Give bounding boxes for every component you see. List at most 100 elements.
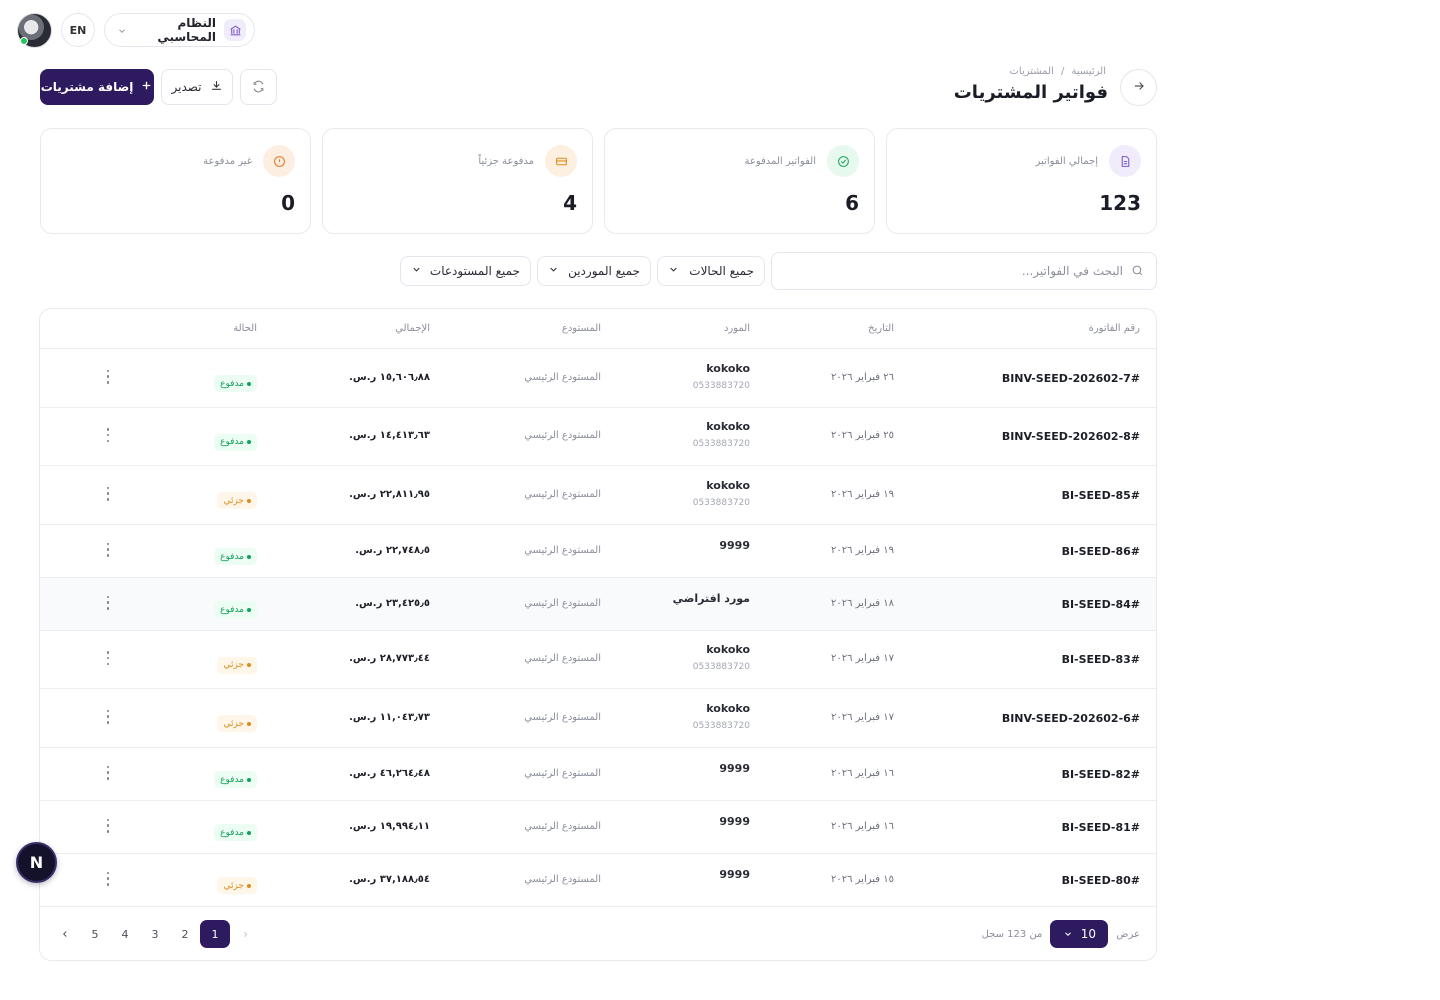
user-avatar[interactable] <box>17 13 52 48</box>
status-text: جزئي <box>223 495 244 506</box>
table-row[interactable]: BI-SEED-81# ١٦ فبراير ٢٠٢٦ 9999 المستودع ال… <box>40 801 1156 854</box>
more-options-icon[interactable] <box>103 765 113 780</box>
invoice-number[interactable]: BI-SEED-82# <box>1062 768 1140 781</box>
page-button[interactable]: 4 <box>110 920 140 948</box>
invoice-number[interactable]: BI-SEED-86# <box>1062 545 1140 558</box>
status-badge: مدفوع <box>214 771 257 788</box>
invoice-number[interactable]: BINV-SEED-202602-8# <box>1002 430 1140 443</box>
breadcrumb-separator: / <box>1060 66 1065 77</box>
status-text: جزئي <box>223 660 244 670</box>
header-status[interactable]: الحالة <box>233 323 257 334</box>
invoice-number[interactable]: BINV-SEED-202602-6# <box>1002 712 1140 725</box>
more-options-icon[interactable] <box>103 818 113 833</box>
table-row[interactable]: BI-SEED-83# ١٧ فبراير ٢٠٢٦ kokoko 053388372… <box>40 631 1156 689</box>
invoice-number[interactable]: BI-SEED-85# <box>1062 489 1140 502</box>
chevron-left-icon <box>63 931 67 937</box>
invoice-number[interactable]: BI-SEED-81# <box>1062 821 1140 834</box>
status-dot <box>247 440 251 444</box>
refresh-button[interactable] <box>240 69 277 105</box>
breadcrumb-home[interactable]: الرئيسية <box>1072 66 1106 77</box>
table-row[interactable]: BI-SEED-80# ١٥ فبراير ٢٠٢٦ 9999 المستودع ال… <box>40 854 1156 907</box>
invoice-total: ١٩,٩٩٤٫١١ ر.س. <box>349 820 430 832</box>
plus-icon <box>140 79 153 95</box>
breadcrumb-current[interactable]: المشتريات <box>1009 66 1053 77</box>
warehouse-filter-select[interactable]: جميع المستودعات <box>400 256 531 286</box>
table-row[interactable]: BI-SEED-85# ١٩ فبراير ٢٠٢٦ kokoko 053388372… <box>40 466 1156 525</box>
warehouse-name: المستودع الرئيسي <box>524 430 601 441</box>
next-page-button[interactable] <box>50 920 80 948</box>
stat-card-partially-paid: مدفوعة جزئياً 4 <box>322 128 593 234</box>
table-row[interactable]: BI-SEED-84# ١٨ فبراير ٢٠٢٦ مورد افتراضي الم… <box>40 578 1156 631</box>
alert-circle-icon <box>263 145 295 177</box>
language-toggle-button[interactable]: EN <box>61 13 95 47</box>
status-filter-label: جميع الحالات <box>689 264 754 278</box>
more-options-icon[interactable] <box>103 542 113 557</box>
page-button[interactable]: 2 <box>170 920 200 948</box>
system-selector-label: النظام المحاسبي <box>157 16 216 44</box>
table-row[interactable]: BINV-SEED-202602-8# ٢٥ فبراير ٢٠٢٦ kokoko 0… <box>40 408 1156 466</box>
export-button[interactable]: تصدير <box>161 69 233 105</box>
floating-action-button[interactable]: N <box>16 842 57 883</box>
more-options-icon[interactable] <box>103 651 113 665</box>
more-options-icon[interactable] <box>103 595 113 610</box>
supplier-name: 9999 <box>719 761 750 775</box>
table-header: رقم الفاتورة التاريخ المورد المستودع الإ… <box>40 309 1156 349</box>
header-invoice[interactable]: رقم الفاتورة <box>1089 323 1140 334</box>
table-row[interactable]: BI-SEED-82# ١٦ فبراير ٢٠٢٦ 9999 المستودع ال… <box>40 748 1156 801</box>
invoice-number[interactable]: BINV-SEED-202602-7# <box>1002 372 1140 385</box>
stat-card-total-invoices: إجمالي الفواتير 123 <box>886 128 1157 234</box>
invoice-number[interactable]: BI-SEED-84# <box>1062 598 1140 611</box>
previous-page-button[interactable] <box>230 920 260 948</box>
supplier-cell: 9999 <box>719 868 750 881</box>
supplier-name: مورد افتراضي <box>672 591 750 605</box>
invoice-number[interactable]: BI-SEED-80# <box>1062 874 1140 887</box>
supplier-phone: 0533883720 <box>692 497 750 508</box>
warehouse-name: المستودع الرئيسي <box>524 597 601 609</box>
status-badge: جزئي <box>217 715 257 732</box>
more-options-icon[interactable] <box>103 871 113 886</box>
invoice-total: ٤٦,٢٦٤٫٤٨ ر.س. <box>349 767 430 779</box>
stat-label: مدفوعة جزئياً <box>478 156 534 167</box>
more-options-icon[interactable] <box>103 709 113 724</box>
status-cell: مدفوع <box>214 767 257 788</box>
header-date[interactable]: التاريخ <box>868 323 894 334</box>
warehouse-name: المستودع الرئيسي <box>524 544 601 556</box>
header-supplier[interactable]: المورد <box>724 323 750 334</box>
page-button[interactable]: 5 <box>80 920 110 948</box>
download-icon <box>210 79 223 95</box>
supplier-filter-select[interactable]: جميع الموردين <box>537 256 651 286</box>
search-input[interactable] <box>784 264 1123 278</box>
invoice-date: ١٧ فبراير ٢٠٢٦ <box>831 653 894 664</box>
invoice-date: ١٥ فبراير ٢٠٢٦ <box>831 873 894 885</box>
invoice-number[interactable]: BI-SEED-83# <box>1062 653 1140 666</box>
status-cell: مدفوع <box>214 371 257 392</box>
more-options-icon[interactable] <box>103 428 113 442</box>
supplier-name: kokoko <box>706 701 750 715</box>
table-row[interactable]: BI-SEED-86# ١٩ فبراير ٢٠٢٦ 9999 المستودع ال… <box>40 525 1156 578</box>
table-row[interactable]: BINV-SEED-202602-6# ١٧ فبراير ٢٠٢٦ kokoko 0… <box>40 689 1156 748</box>
status-filter-select[interactable]: جميع الحالات <box>657 256 765 286</box>
supplier-cell: kokoko 0533883720 <box>693 362 750 391</box>
warehouse-name: المستودع الرئيسي <box>524 653 601 664</box>
back-button[interactable] <box>1120 69 1157 106</box>
warehouse-name: المستودع الرئيسي <box>524 873 601 885</box>
current-page-button[interactable]: 1 <box>200 920 230 948</box>
page-size-control: عرض 10 من 123 سجل <box>982 920 1140 948</box>
more-options-icon[interactable] <box>103 486 113 501</box>
invoice-total: ٢٢,٧٤٨٫٥ ر.س. <box>355 544 430 556</box>
table-row[interactable]: BINV-SEED-202602-7# ٢٦ فبراير ٢٠٢٦ kokoko 0… <box>40 349 1156 408</box>
supplier-phone: 0533883720 <box>692 439 750 449</box>
supplier-filter-label: جميع الموردين <box>568 264 640 278</box>
page-size-select[interactable]: 10 <box>1050 920 1109 948</box>
add-purchase-button[interactable]: إضافة مشتريات <box>40 69 154 105</box>
page-button[interactable]: 3 <box>140 920 170 948</box>
refresh-icon <box>252 78 265 97</box>
status-cell: جزئي <box>217 873 257 894</box>
search-box[interactable] <box>771 252 1157 290</box>
header-total[interactable]: الإجمالي <box>395 323 430 334</box>
more-options-icon[interactable] <box>103 369 113 384</box>
system-selector[interactable]: النظام المحاسبي <box>104 13 255 47</box>
show-label: عرض <box>1116 928 1140 940</box>
header-warehouse[interactable]: المستودع <box>562 323 601 334</box>
invoices-table: رقم الفاتورة التاريخ المورد المستودع الإ… <box>39 308 1157 961</box>
